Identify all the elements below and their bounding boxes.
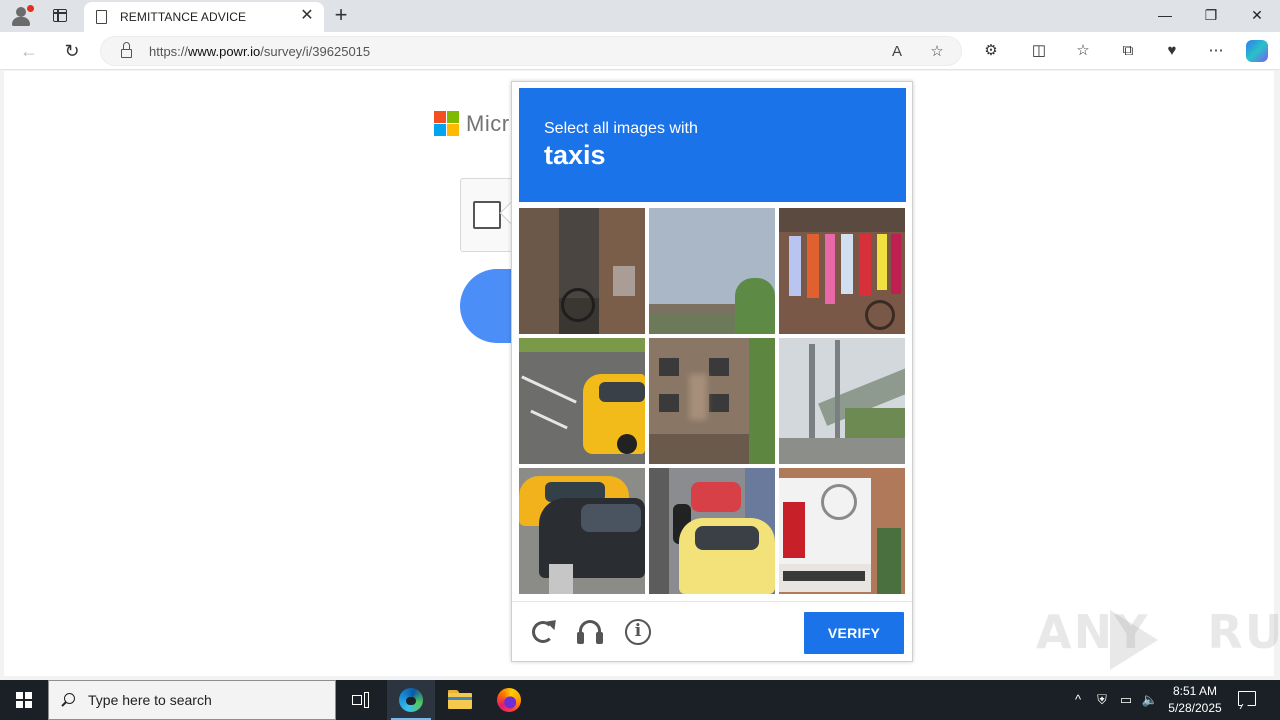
back-arrow-icon[interactable]: ← [16, 38, 42, 64]
taskbar-firefox[interactable] [485, 680, 533, 720]
browser-essentials-icon[interactable]: ♥ [1161, 40, 1183, 62]
prompt-target: taxis [544, 140, 606, 170]
challenge-footer: i VERIFY [512, 601, 912, 662]
security-tray-icon[interactable]: ⛨ [1092, 690, 1112, 710]
more-options-icon[interactable]: ⋯ [1205, 40, 1227, 62]
tab-remittance-advice[interactable]: REMITTANCE ADVICE ✕ [84, 2, 324, 32]
captcha-challenge: Select all images with taxis i VERIFY [511, 81, 913, 662]
lock-icon[interactable] [121, 42, 132, 58]
tab-title: REMITTANCE ADVICE [120, 10, 247, 24]
captcha-tile-7[interactable] [519, 468, 645, 594]
favorite-star-icon[interactable]: ☆ [927, 42, 947, 62]
clock-time: 8:51 AM [1172, 684, 1218, 698]
tab-actions-icon[interactable] [48, 6, 72, 26]
task-view-button[interactable] [336, 680, 384, 720]
read-aloud-icon[interactable]: A [887, 42, 907, 62]
close-tab-icon[interactable]: ✕ [298, 7, 316, 25]
restore-button[interactable]: ❐ [1196, 4, 1226, 26]
start-windows-icon[interactable] [0, 680, 48, 720]
microsoft-logo-icon [434, 111, 460, 137]
extensions-icon[interactable]: ⚙ [980, 40, 1002, 62]
copilot-icon[interactable] [1246, 40, 1268, 62]
prompt-instruction: Select all images with [544, 120, 698, 137]
collections-icon[interactable]: ⧉ [1117, 40, 1139, 62]
hcaptcha-checkbox[interactable] [473, 201, 501, 229]
taskbar-search-box[interactable]: Type here to search [48, 680, 336, 720]
minimize-button[interactable]: — [1150, 4, 1180, 26]
clock-date: 5/28/2025 [1168, 701, 1222, 715]
taskbar-edge[interactable] [387, 680, 435, 720]
close-window-button[interactable]: ✕ [1242, 4, 1272, 26]
edge-icon [399, 688, 423, 712]
show-hidden-icons-chevron-icon[interactable]: ^ [1068, 690, 1088, 710]
anyrun-watermark: ANYRUN [1036, 605, 1280, 659]
profile-avatar-icon[interactable] [8, 4, 34, 28]
captcha-tile-3[interactable] [779, 208, 905, 334]
refresh-challenge-icon[interactable] [529, 615, 561, 646]
url-field[interactable]: https://www.powr.io/survey/i/39625015 A … [100, 36, 962, 66]
captcha-tile-2[interactable] [649, 208, 775, 334]
refresh-icon[interactable]: ↻ [59, 38, 85, 64]
challenge-prompt: Select all images with taxis [519, 88, 906, 202]
captcha-tile-4[interactable] [519, 338, 645, 464]
captcha-tile-6[interactable] [779, 338, 905, 464]
image-grid [519, 208, 906, 595]
verify-button[interactable]: VERIFY [804, 612, 904, 654]
search-placeholder: Type here to search [88, 692, 212, 708]
captcha-tile-1[interactable] [519, 208, 645, 334]
audio-challenge-icon[interactable] [576, 618, 604, 646]
favorites-icon[interactable]: ☆ [1072, 40, 1094, 62]
split-screen-icon[interactable]: ◫ [1028, 40, 1050, 62]
taskbar-clock[interactable]: 8:51 AM 5/28/2025 [1160, 683, 1230, 717]
address-bar: ← ↻ https://www.powr.io/survey/i/3962501… [0, 32, 1280, 70]
new-tab-button[interactable]: + [330, 4, 352, 26]
url-text[interactable]: https://www.powr.io/survey/i/39625015 [149, 44, 370, 59]
page-icon [96, 10, 107, 24]
brand-wordmark: Micr [466, 111, 510, 136]
network-icon[interactable]: ▭ [1116, 690, 1136, 710]
firefox-icon [497, 688, 521, 712]
task-view-icon [352, 692, 370, 708]
captcha-tile-5[interactable] [649, 338, 775, 464]
captcha-tile-8[interactable] [649, 468, 775, 594]
folder-icon [448, 690, 472, 709]
windows-taskbar: Type here to search ^ ⛨ ▭ 🔈 8:51 AM 5/28… [0, 680, 1280, 720]
captcha-tile-9[interactable] [779, 468, 905, 594]
info-icon[interactable]: i [624, 618, 652, 646]
anyrun-play-icon [1110, 610, 1158, 670]
browser-tab-bar: REMITTANCE ADVICE ✕ + — ❐ ✕ [0, 0, 1280, 32]
taskbar-file-explorer[interactable] [436, 680, 484, 720]
volume-icon[interactable]: 🔈 [1140, 690, 1160, 710]
notifications-icon[interactable] [1238, 691, 1256, 706]
